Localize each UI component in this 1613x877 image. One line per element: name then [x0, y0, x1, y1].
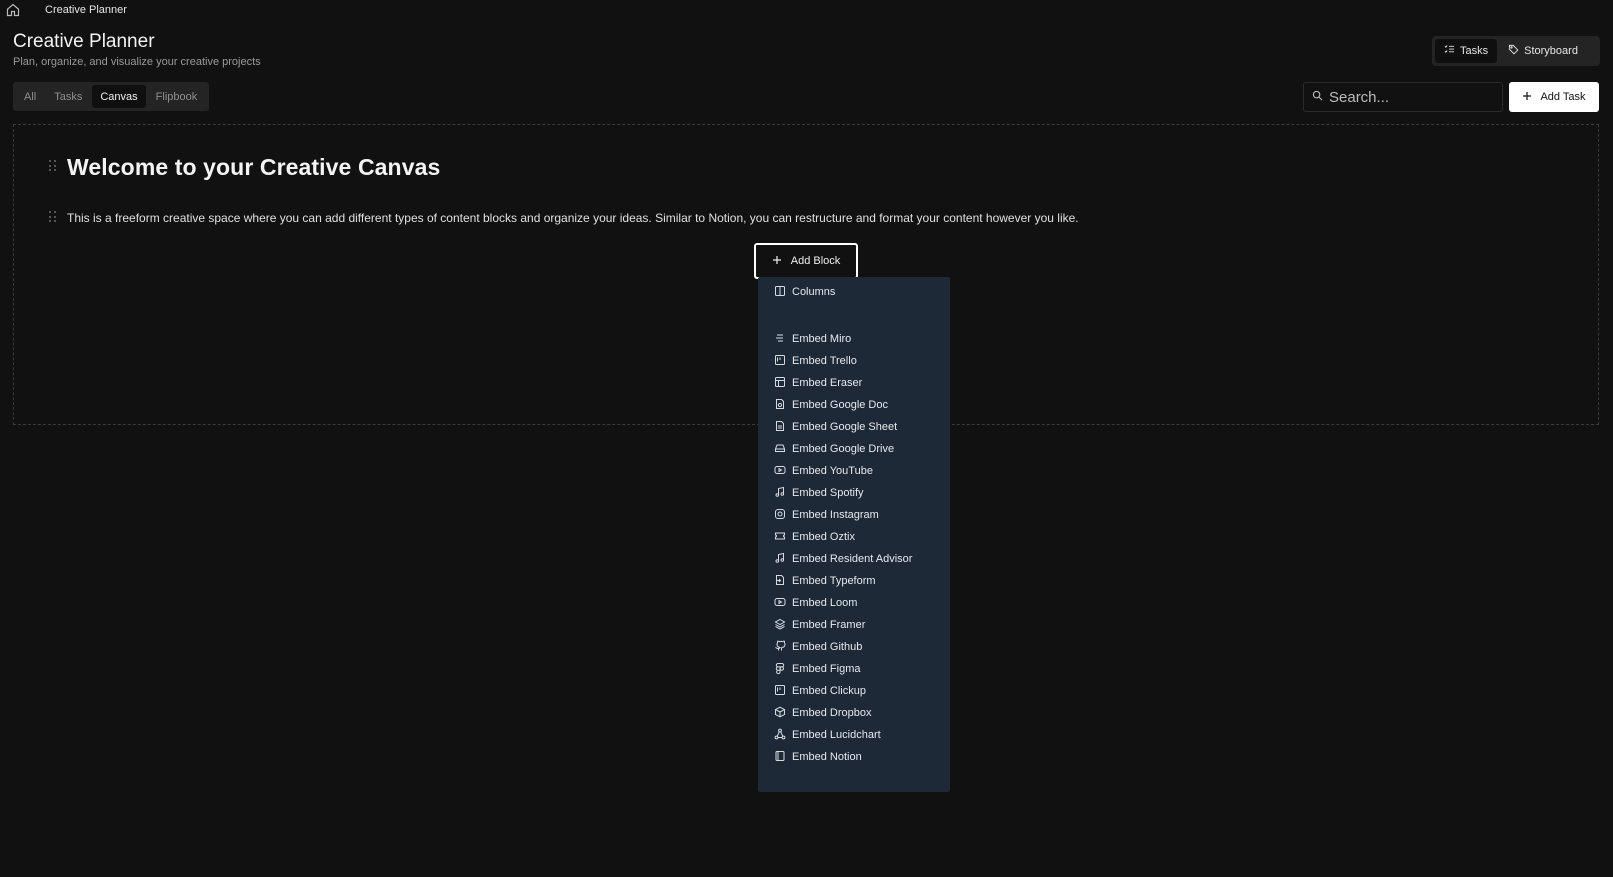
clickup-icon	[774, 684, 786, 699]
menu-item-embed-lucidchart[interactable]: Embed Lucidchart	[774, 725, 881, 745]
top-bar: Creative Planner	[0, 0, 1613, 22]
menu-item-embed-dropbox[interactable]: Embed Dropbox	[774, 703, 872, 723]
tab-all[interactable]: All	[16, 85, 44, 108]
google-sheet-icon	[774, 420, 786, 435]
menu-item-embed-resident-advisor[interactable]: Embed Resident Advisor	[774, 549, 912, 569]
menu-item-label: Embed Notion	[792, 751, 862, 763]
menu-item-label: Embed Google Drive	[792, 443, 895, 455]
menu-item-label: Columns	[792, 286, 836, 298]
add-block-button[interactable]: Add Block	[754, 243, 858, 279]
columns-icon	[774, 285, 786, 300]
menu-item-embed-miro[interactable]: Embed Miro	[774, 329, 851, 349]
menu-item-embed-typeform[interactable]: Embed Typeform	[774, 571, 876, 591]
menu-item-embed-framer[interactable]: Embed Framer	[774, 615, 865, 635]
box-icon	[774, 706, 786, 721]
youtube-icon	[774, 464, 786, 479]
network-icon	[774, 728, 786, 743]
menu-item-label: Embed Lucidchart	[792, 729, 881, 741]
menu-item-embed-youtube[interactable]: Embed YouTube	[774, 461, 873, 481]
menu-item-embed-instagram[interactable]: Embed Instagram	[774, 505, 879, 525]
video-icon	[774, 596, 786, 611]
search-box	[1303, 82, 1503, 112]
canvas-paragraph[interactable]: This is a freeform creative space where …	[67, 211, 1079, 225]
eraser-icon	[774, 376, 786, 391]
form-icon	[774, 574, 786, 589]
home-icon[interactable]	[5, 2, 21, 18]
github-icon	[774, 640, 786, 655]
menu-item-embed-notion[interactable]: Embed Notion	[774, 747, 862, 767]
menu-item-label: Embed Google Sheet	[792, 421, 898, 433]
menu-item-label: Embed Resident Advisor	[792, 553, 913, 565]
drag-handle-icon[interactable]	[49, 160, 57, 172]
menu-item-label: Embed Typeform	[792, 575, 876, 587]
music-icon	[774, 552, 786, 567]
tab-canvas[interactable]: Canvas	[92, 85, 146, 108]
view-tasks-button[interactable]: Tasks	[1435, 39, 1498, 63]
menu-item-embed-google-sheet[interactable]: Embed Google Sheet	[774, 417, 897, 437]
add-block-label: Add Block	[790, 255, 841, 267]
notion-icon	[774, 750, 786, 765]
menu-item-label: Embed YouTube	[792, 465, 873, 477]
tab-tasks[interactable]: Tasks	[46, 85, 90, 108]
menu-item-embed-eraser[interactable]: Embed Eraser	[774, 373, 862, 393]
view-toggle: Tasks Storyboard	[1432, 36, 1600, 66]
menu-item-embed-google-doc[interactable]: Embed Google Doc	[774, 395, 888, 415]
content-tabs: All Tasks Canvas Flipbook	[13, 82, 209, 111]
menu-item-label: Embed Framer	[792, 619, 866, 631]
instagram-icon	[774, 508, 786, 523]
google-doc-icon	[774, 398, 786, 413]
menu-item-label: Embed Loom	[792, 597, 858, 609]
view-tasks-label: Tasks	[1460, 45, 1489, 57]
google-drive-icon	[774, 442, 786, 457]
menu-item-label: Embed Miro	[792, 333, 852, 345]
menu-item-label: Embed Dropbox	[792, 707, 872, 719]
layers-icon	[774, 618, 786, 633]
menu-item-embed-clickup[interactable]: Embed Clickup	[774, 681, 866, 701]
plus-icon	[772, 255, 782, 268]
add-task-label: Add Task	[1540, 91, 1586, 103]
menu-item-label: Embed Oztix	[792, 531, 855, 543]
list-checks-icon	[1444, 44, 1455, 58]
menu-item-embed-figma[interactable]: Embed Figma	[774, 659, 860, 679]
menu-item-label: Embed Figma	[792, 663, 861, 675]
miro-icon	[774, 332, 786, 347]
menu-item-label: Embed Trello	[792, 355, 857, 367]
page-subtitle: Plan, organize, and visualize your creat…	[13, 56, 261, 68]
menu-item-embed-spotify[interactable]: Embed Spotify	[774, 483, 864, 503]
menu-item-embed-github[interactable]: Embed Github	[774, 637, 862, 657]
menu-item-label: Embed Eraser	[792, 377, 863, 389]
view-storyboard-button[interactable]: Storyboard	[1499, 39, 1587, 63]
menu-item-label: Embed Clickup	[792, 685, 866, 697]
canvas-heading[interactable]: Welcome to your Creative Canvas	[67, 154, 440, 181]
menu-item-label: Embed Instagram	[792, 509, 879, 521]
search-icon	[1312, 88, 1323, 106]
ticket-icon	[774, 530, 786, 545]
plus-icon	[1522, 91, 1532, 104]
menu-item-embed-oztix[interactable]: Embed Oztix	[774, 527, 855, 547]
figma-icon	[774, 662, 786, 677]
search-input[interactable]	[1329, 88, 1499, 106]
tab-flipbook[interactable]: Flipbook	[148, 85, 206, 108]
page-title: Creative Planner	[13, 31, 155, 52]
menu-item-label: Embed Google Doc	[792, 399, 888, 411]
trello-icon	[774, 354, 786, 369]
view-storyboard-label: Storyboard	[1524, 45, 1578, 57]
menu-item-embed-loom[interactable]: Embed Loom	[774, 593, 857, 613]
block-type-menu: Columns Embed Miro Embed Trello Embed Er…	[758, 277, 950, 792]
app-title: Creative Planner	[45, 4, 127, 16]
menu-item-embed-trello[interactable]: Embed Trello	[774, 351, 857, 371]
menu-item-embed-google-drive[interactable]: Embed Google Drive	[774, 439, 894, 459]
menu-item-label: Embed Github	[792, 641, 863, 653]
add-task-button[interactable]: Add Task	[1509, 82, 1599, 112]
menu-item-label: Embed Spotify	[792, 487, 864, 499]
drag-handle-icon[interactable]	[49, 211, 57, 223]
tag-icon	[1508, 44, 1519, 58]
music-icon	[774, 486, 786, 501]
menu-item-columns[interactable]: Columns	[774, 282, 835, 302]
